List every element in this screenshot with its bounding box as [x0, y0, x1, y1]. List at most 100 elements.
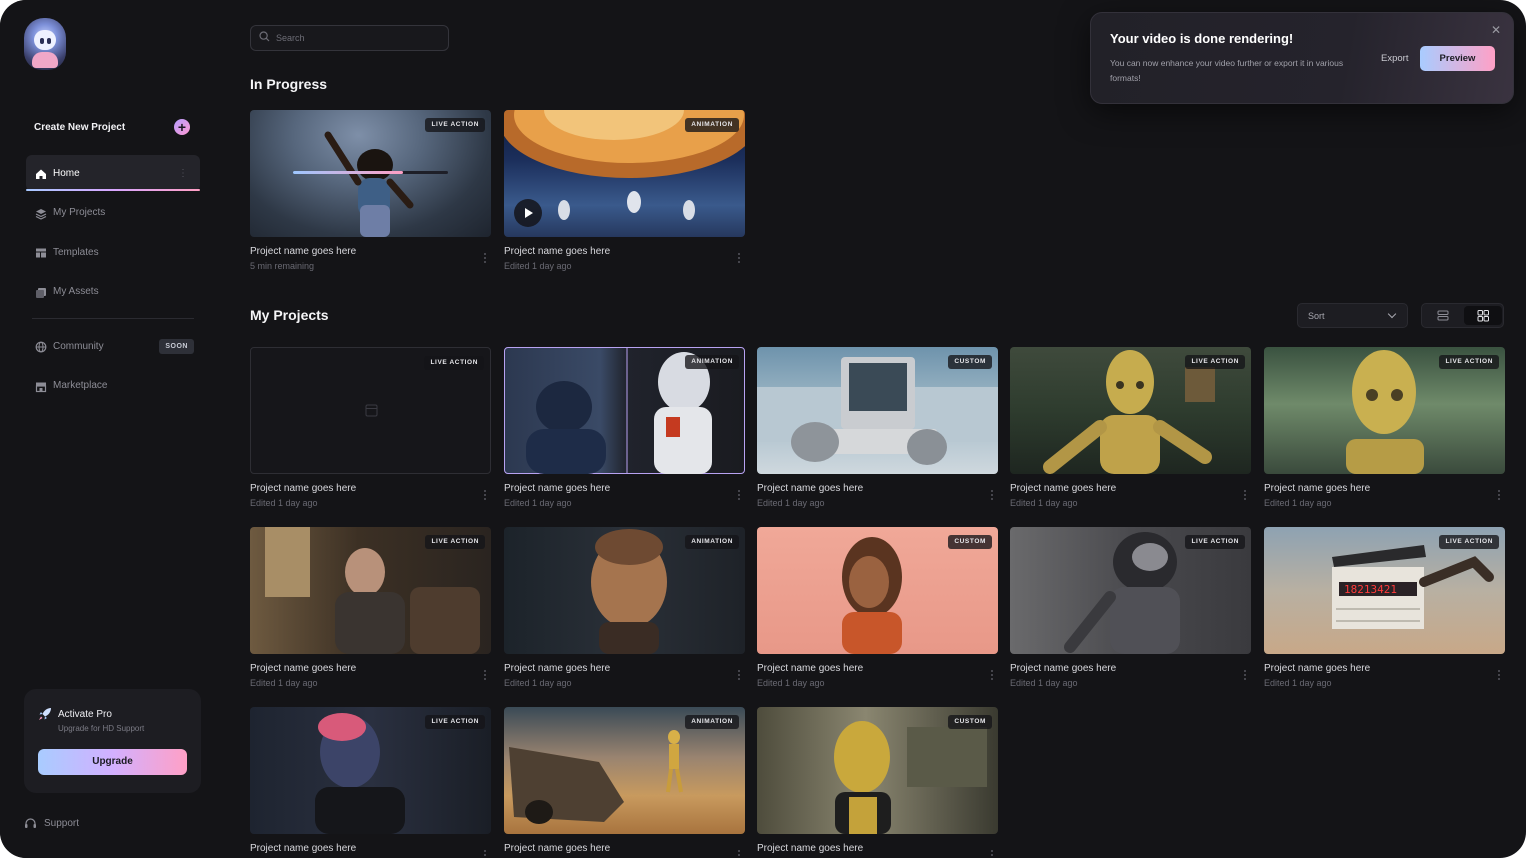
plus-icon[interactable]: +: [174, 119, 190, 135]
globe-icon: [35, 340, 47, 353]
project-thumbnail[interactable]: CUSTOM: [757, 347, 998, 474]
project-meta: Edited 1 day ago: [504, 261, 572, 271]
search-box[interactable]: [250, 25, 449, 51]
headset-icon: [24, 817, 37, 830]
play-icon[interactable]: [514, 199, 542, 227]
project-meta: Edited 1 day ago: [757, 498, 825, 508]
project-thumbnail[interactable]: LIVE ACTION: [1010, 527, 1251, 654]
sidebar-nav: Home ⋮ My Projects Templates My Assets: [26, 155, 200, 313]
project-card[interactable]: LIVE ACTION Project name goes here Edite…: [250, 527, 491, 688]
kebab-icon[interactable]: [1243, 670, 1247, 680]
project-thumbnail[interactable]: LIVE ACTION: [250, 110, 491, 237]
project-meta: Edited 1 day ago: [250, 678, 318, 688]
sort-dropdown[interactable]: Sort: [1297, 303, 1408, 328]
kebab-icon[interactable]: [737, 850, 741, 858]
sidebar-item-my-assets[interactable]: My Assets: [26, 274, 200, 310]
kebab-icon[interactable]: [483, 850, 487, 858]
kebab-icon[interactable]: [990, 490, 994, 500]
sidebar-item-community[interactable]: Community SOON: [26, 328, 200, 364]
category-tag: LIVE ACTION: [1439, 355, 1499, 369]
project-card[interactable]: LIVE ACTION Project name goes here Edite…: [1010, 347, 1251, 508]
project-thumbnail[interactable]: LIVE ACTION: [250, 527, 491, 654]
grid-icon: [1477, 310, 1489, 322]
kebab-icon[interactable]: [737, 490, 741, 500]
project-card[interactable]: LIVE ACTION Project name goes here: [250, 707, 491, 856]
preview-button[interactable]: Preview: [1420, 46, 1495, 71]
project-thumbnail[interactable]: LIVE ACTION: [250, 707, 491, 834]
project-meta: Edited 1 day ago: [504, 678, 572, 688]
project-card[interactable]: ANIMATION Project name goes here Edited …: [504, 527, 745, 688]
project-thumbnail[interactable]: ANIMATION: [504, 110, 745, 237]
sidebar-item-marketplace[interactable]: Marketplace: [26, 368, 200, 404]
kebab-icon[interactable]: [483, 670, 487, 680]
project-thumbnail[interactable]: CUSTOM: [757, 707, 998, 834]
project-thumbnail[interactable]: 18213421 LIVE ACTION: [1264, 527, 1505, 654]
project-name: Project name goes here: [250, 483, 357, 494]
sidebar-item-templates[interactable]: Templates: [26, 234, 200, 270]
kebab-icon[interactable]: [737, 670, 741, 680]
project-thumbnail[interactable]: LIVE ACTION: [250, 347, 491, 474]
project-card[interactable]: LIVE ACTION Project name goes here 5 min…: [250, 110, 491, 271]
support-link[interactable]: Support: [24, 816, 79, 830]
category-tag: ANIMATION: [685, 535, 739, 549]
sidebar-item-home[interactable]: Home ⋮: [26, 155, 200, 191]
kebab-icon[interactable]: ⋮: [178, 168, 188, 179]
category-tag: ANIMATION: [685, 355, 739, 369]
project-thumbnail[interactable]: CUSTOM: [757, 527, 998, 654]
project-name: Project name goes here: [1010, 483, 1117, 494]
project-meta: Edited 1 day ago: [1010, 498, 1078, 508]
project-thumbnail[interactable]: LIVE ACTION: [1264, 347, 1505, 474]
project-card[interactable]: ANIMATION Project name goes here Edited …: [504, 347, 745, 508]
search-input[interactable]: [276, 33, 446, 43]
logo-eye: [40, 38, 44, 44]
project-thumbnail[interactable]: ANIMATION: [504, 707, 745, 834]
project-card[interactable]: ANIMATION Project name goes here: [504, 707, 745, 856]
project-card[interactable]: LIVE ACTION Project name goes here Edite…: [250, 347, 491, 508]
project-card[interactable]: CUSTOM Project name goes here Edited 1 d…: [757, 347, 998, 508]
sidebar-item-label: Community: [53, 340, 104, 352]
kebab-icon[interactable]: [483, 490, 487, 500]
project-name: Project name goes here: [250, 246, 357, 257]
rocket-icon: [38, 707, 52, 721]
project-card[interactable]: LIVE ACTION Project name goes here Edite…: [1264, 347, 1505, 508]
kebab-icon[interactable]: [990, 850, 994, 858]
kebab-icon[interactable]: [1497, 670, 1501, 680]
project-thumbnail[interactable]: LIVE ACTION: [1010, 347, 1251, 474]
project-name: Project name goes here: [1010, 663, 1117, 674]
sidebar-item-label: Marketplace: [53, 380, 108, 391]
project-name: Project name goes here: [1264, 483, 1371, 494]
pro-subtitle: Upgrade for HD Support: [58, 724, 145, 733]
project-meta: Edited 1 day ago: [1010, 678, 1078, 688]
render-complete-toast: Your video is done rendering! You can no…: [1090, 12, 1514, 104]
project-card[interactable]: CUSTOM Project name goes here Edited 1 d…: [757, 527, 998, 688]
category-tag: LIVE ACTION: [425, 118, 485, 132]
project-thumbnail[interactable]: ANIMATION: [504, 347, 745, 474]
kebab-icon[interactable]: [1243, 490, 1247, 500]
create-project-row[interactable]: Create New Project +: [34, 119, 190, 135]
grid-view-button[interactable]: [1464, 306, 1502, 325]
sidebar-item-my-projects[interactable]: My Projects: [26, 195, 200, 231]
project-card[interactable]: ANIMATION Project name goes here Edited …: [504, 110, 745, 271]
project-card[interactable]: CUSTOM Project name goes here: [757, 707, 998, 856]
close-icon[interactable]: ✕: [1491, 23, 1501, 37]
list-icon: [1437, 310, 1449, 321]
render-progress-bar: [293, 171, 448, 174]
app-logo[interactable]: [24, 18, 66, 70]
project-card[interactable]: LIVE ACTION Project name goes here Edite…: [1010, 527, 1251, 688]
kebab-icon[interactable]: [737, 253, 741, 263]
project-name: Project name goes here: [504, 663, 611, 674]
upgrade-button[interactable]: Upgrade: [38, 749, 187, 775]
kebab-icon[interactable]: [1497, 490, 1501, 500]
project-meta: 5 min remaining: [250, 261, 315, 271]
project-thumbnail[interactable]: ANIMATION: [504, 527, 745, 654]
category-tag: CUSTOM: [948, 535, 992, 549]
category-tag: LIVE ACTION: [425, 715, 485, 729]
list-view-button[interactable]: [1424, 306, 1462, 325]
kebab-icon[interactable]: [990, 670, 994, 680]
home-icon: [35, 167, 47, 179]
project-meta: Edited 1 day ago: [1264, 498, 1332, 508]
export-button[interactable]: Export: [1381, 53, 1408, 64]
view-toggle: [1421, 303, 1504, 328]
kebab-icon[interactable]: [483, 253, 487, 263]
project-card[interactable]: 18213421 LIVE ACTION Project name goes h…: [1264, 527, 1505, 688]
